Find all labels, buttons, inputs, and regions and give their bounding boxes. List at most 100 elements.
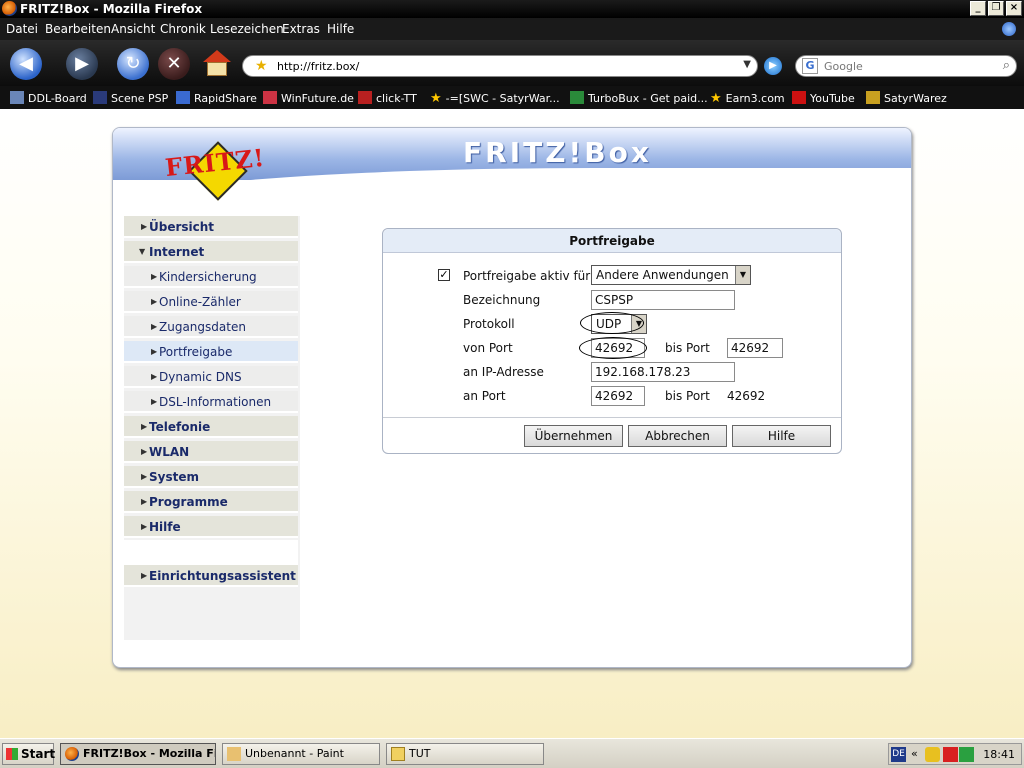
apply-button[interactable]: Übernehmen (524, 425, 623, 447)
triangle-right-icon: ▶ (151, 372, 158, 381)
bookmark-item[interactable]: RapidShare (176, 91, 257, 105)
bookmark-label: click-TT (376, 92, 417, 105)
windows-logo-icon (6, 748, 18, 760)
sidebar-item-online-zaehler[interactable]: ▶ Online-Zähler (124, 291, 298, 313)
triangle-right-icon: ▶ (141, 497, 148, 506)
home-button[interactable] (203, 50, 231, 78)
sidebar-item-telefonie[interactable]: ▶ Telefonie (124, 416, 298, 438)
antivirus-icon[interactable] (943, 747, 958, 762)
reload-button[interactable]: ↻ (117, 48, 149, 80)
triangle-right-icon: ▶ (141, 522, 148, 531)
minimize-button[interactable]: _ (970, 1, 986, 16)
restore-button[interactable]: ❐ (988, 1, 1004, 16)
url-text[interactable]: http://fritz.box/ (277, 60, 359, 73)
fritz-logo[interactable]: FRITZ! (163, 138, 267, 202)
help-button[interactable]: Hilfe (732, 425, 831, 447)
window-title: FRITZ!Box - Mozilla Firefox (20, 2, 203, 16)
tray-expand-icon[interactable]: « (911, 747, 918, 760)
sidebar-item-label: Programme (149, 495, 228, 509)
task-paint[interactable]: Unbenannt - Paint (222, 743, 380, 765)
menu-extras[interactable]: Extras (282, 22, 320, 36)
back-button[interactable]: ◀ (10, 48, 42, 80)
bookmark-item[interactable]: click-TT (358, 91, 417, 105)
search-icon[interactable]: ⌕ (1003, 58, 1010, 73)
sidebar-item-portfreigabe[interactable]: ▶ Portfreigabe (124, 341, 298, 363)
ip-label: an IP-Adresse (463, 365, 544, 379)
language-indicator[interactable]: DE (891, 747, 906, 762)
bookmark-item[interactable]: TurboBux - Get paid... (570, 91, 708, 105)
task-firefox[interactable]: FRITZ!Box - Mozilla Fi... (60, 743, 216, 765)
portfreigabe-panel: Portfreigabe ✓ Portfreigabe aktiv für An… (382, 228, 842, 454)
bookmarks-toolbar: DDL-Board Scene PSP RapidShare WinFuture… (0, 86, 1024, 109)
sidebar-item-kindersicherung[interactable]: ▶ Kindersicherung (124, 266, 298, 288)
triangle-right-icon: ▶ (141, 222, 148, 231)
sidebar-item-internet[interactable]: ▼ Internet (124, 241, 298, 263)
home-icon-wall (207, 62, 227, 76)
address-bar[interactable]: ★ http://fritz.box/ ▼ (242, 55, 758, 77)
sidebar-item-zugangsdaten[interactable]: ▶ Zugangsdaten (124, 316, 298, 338)
close-button[interactable]: × (1006, 1, 1022, 16)
application-select[interactable]: Andere Anwendungen ▼ (591, 265, 751, 285)
menu-hilfe[interactable]: Hilfe (327, 22, 354, 36)
search-placeholder[interactable]: Google (824, 60, 863, 73)
triangle-right-icon: ▶ (151, 272, 158, 281)
triangle-right-icon: ▶ (141, 422, 148, 431)
to-port-label: bis Port (665, 341, 710, 355)
bookmark-favicon-icon (570, 91, 584, 104)
chevron-down-icon: ▼ (735, 266, 750, 284)
forward-button[interactable]: ▶ (66, 48, 98, 80)
google-engine-icon[interactable]: G (802, 58, 818, 74)
network-icon[interactable] (959, 747, 974, 762)
menu-lesezeichen[interactable]: Lesezeichen (210, 22, 284, 36)
bookmark-item[interactable]: YouTube (792, 91, 855, 105)
bookmark-label: YouTube (810, 92, 855, 105)
bookmark-item[interactable]: Scene PSP (93, 91, 168, 105)
menu-bearbeiten[interactable]: Bearbeiten (45, 22, 111, 36)
active-checkbox[interactable]: ✓ (438, 269, 450, 281)
folder-icon (391, 747, 405, 761)
search-box[interactable]: G Google ⌕ (795, 55, 1017, 77)
target-port-label: an Port (463, 389, 506, 403)
bookmark-label: DDL-Board (28, 92, 87, 105)
ip-input[interactable]: 192.168.178.23 (591, 362, 735, 382)
bookmark-item[interactable]: ★ Earn3.com (710, 91, 785, 106)
sidebar-item-hilfe[interactable]: ▶ Hilfe (124, 516, 298, 538)
shield-icon[interactable] (925, 747, 940, 762)
logo-text: FRITZ! (163, 142, 267, 183)
stop-icon: ✕ (166, 53, 182, 74)
sidebar-item-dsl-informationen[interactable]: ▶ DSL-Informationen (124, 391, 298, 413)
youtube-icon (792, 91, 806, 104)
menu-chronik[interactable]: Chronik (160, 22, 206, 36)
menu-datei[interactable]: Datei (6, 22, 38, 36)
task-folder-tut[interactable]: TUT (386, 743, 544, 765)
throbber-icon (1002, 22, 1016, 36)
go-button[interactable]: ▶ (764, 57, 782, 75)
cancel-button[interactable]: Abbrechen (628, 425, 727, 447)
start-button[interactable]: Start (2, 743, 55, 765)
to-port-input[interactable]: 42692 (727, 338, 783, 358)
target-to-value: 42692 (727, 389, 766, 403)
panel-title: Portfreigabe (383, 229, 841, 253)
target-port-input[interactable]: 42692 (591, 386, 645, 406)
sidebar-item-system[interactable]: ▶ System (124, 466, 298, 488)
bookmark-label: Earn3.com (725, 92, 785, 105)
bookmark-item[interactable]: DDL-Board (10, 91, 87, 105)
bookmark-favicon-icon (263, 91, 277, 104)
bookmark-item[interactable]: ★ -=[SWC - SatyrWar... (430, 91, 560, 106)
sidebar-item-wlan[interactable]: ▶ WLAN (124, 441, 298, 463)
history-dropdown-icon[interactable]: ▼ (743, 59, 751, 70)
sidebar-item-uebersicht[interactable]: ▶ Übersicht (124, 216, 298, 238)
bookmark-star-icon[interactable]: ★ (255, 58, 268, 74)
bookmark-label: TurboBux - Get paid... (588, 92, 708, 105)
sidebar-spacer (124, 540, 298, 565)
sidebar-nav: ▶ Übersicht ▼ Internet ▶ Kindersicherung ▶ O… (124, 216, 300, 640)
stop-button[interactable]: ✕ (158, 48, 190, 80)
bookmark-item[interactable]: WinFuture.de (263, 91, 354, 105)
sidebar-item-dynamic-dns[interactable]: ▶ Dynamic DNS (124, 366, 298, 388)
sidebar-item-programme[interactable]: ▶ Programme (124, 491, 298, 513)
bookmark-item[interactable]: SatyrWarez (866, 91, 947, 105)
star-icon: ★ (430, 91, 442, 106)
sidebar-item-einrichtungsassistent[interactable]: ▶ Einrichtungsassistent (124, 565, 298, 587)
name-input[interactable]: CSPSP (591, 290, 735, 310)
menu-ansicht[interactable]: Ansicht (111, 22, 155, 36)
